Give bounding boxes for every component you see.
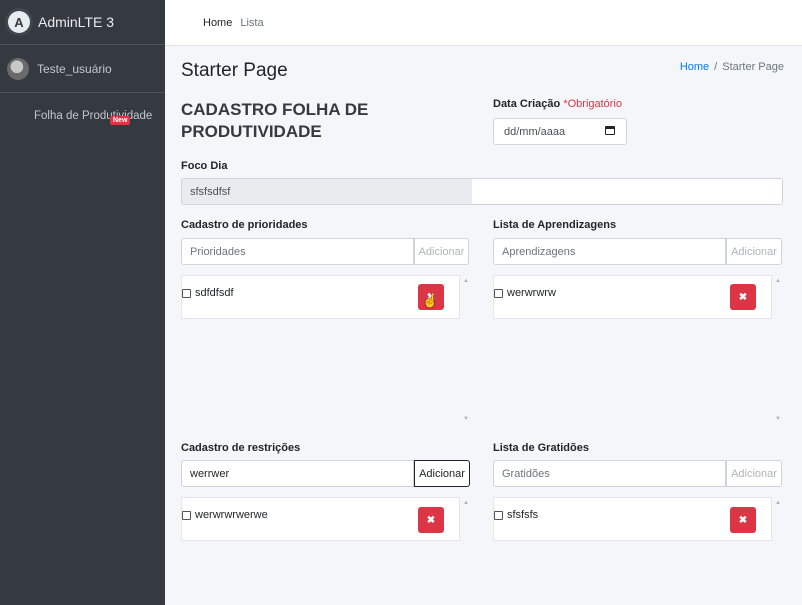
item-text: werwrwrwerwe (195, 509, 268, 521)
required-indicator: *Obrigatório (563, 98, 623, 110)
scroll-up-icon[interactable]: ▲ (775, 500, 781, 506)
nav-lista-link[interactable]: Lista (240, 17, 263, 29)
form-title: CADASTRO FOLHA DE PRODUTIVIDADE (181, 100, 369, 141)
item-checkbox[interactable] (182, 511, 191, 520)
brand-logo-icon: A (8, 11, 30, 33)
aprendizagens-label: Lista de Aprendizagens (493, 219, 617, 231)
item-checkbox[interactable] (494, 289, 503, 298)
calendar-icon[interactable] (605, 126, 615, 135)
foco-dia-input[interactable]: sfsfsdfsf (181, 178, 783, 205)
prioridades-list[interactable]: sdfdfsdf ✖ ☝ ▲ ▼ (181, 275, 471, 428)
item-text: sdfdfsdf (195, 287, 234, 299)
restricoes-label: Cadastro de restrições (181, 442, 301, 454)
close-icon: ✖ (738, 514, 748, 526)
restricoes-list[interactable]: werwrwrwerwe ✖ ▲ (181, 497, 471, 541)
content-wrapper: Starter Page Home / Starter Page CADASTR… (165, 46, 802, 605)
sidebar-item-label: Folha de Produtividade (34, 110, 153, 122)
scroll-down-icon[interactable]: ▼ (775, 416, 781, 422)
date-label-text: Data Criação (493, 98, 561, 110)
item-checkbox[interactable] (182, 289, 191, 298)
user-panel[interactable]: Teste_usuário (0, 45, 165, 93)
prioridades-input[interactable]: Prioridades (181, 238, 414, 265)
sidebar: A AdminLTE 3 Teste_usuário Folha de Prod… (0, 0, 165, 605)
add-aprendizagem-button[interactable]: Adicionar (726, 238, 782, 265)
item-text: sfsfsfs (507, 509, 539, 521)
item-checkbox[interactable] (494, 511, 503, 520)
gratidoes-list[interactable]: sfsfsfs ✖ ▲ (493, 497, 783, 541)
aprendizagens-list[interactable]: werwrwrw ✖ ▲ ▼ (493, 275, 783, 428)
nav-home-link[interactable]: Home (203, 17, 232, 29)
date-placeholder: dd/mm/aaaa (504, 125, 566, 138)
close-icon: ✖ (426, 514, 436, 526)
scroll-up-icon[interactable]: ▲ (463, 278, 469, 284)
aprendizagens-input[interactable]: Aprendizagens (493, 238, 726, 265)
page-title: Starter Page (181, 60, 288, 81)
avatar (7, 57, 29, 80)
user-name[interactable]: Teste_usuário (37, 62, 112, 76)
add-gratidao-button[interactable]: Adicionar (726, 460, 782, 487)
gratidoes-label: Lista de Gratidões (493, 442, 589, 454)
brand-text: AdminLTE 3 (38, 14, 114, 30)
new-badge: New (110, 116, 131, 125)
delete-aprendizagem-button[interactable]: ✖ (730, 284, 756, 310)
add-prioridade-button[interactable]: Adicionar (414, 238, 469, 265)
top-navbar: Home Lista (165, 0, 802, 46)
date-input[interactable]: dd/mm/aaaa (493, 118, 627, 145)
breadcrumb-separator: / (714, 61, 718, 73)
gratidoes-input[interactable]: Gratidões (493, 460, 726, 487)
item-text: werwrwrw (507, 287, 556, 299)
breadcrumb: Home / Starter Page (680, 61, 784, 73)
prioridades-label: Cadastro de prioridades (181, 219, 308, 231)
foco-label: Foco Dia (181, 160, 228, 172)
hand-cursor-icon: ☝ (422, 293, 439, 308)
restricoes-input[interactable]: werrwer (181, 460, 414, 487)
scroll-up-icon[interactable]: ▲ (463, 500, 469, 506)
close-icon: ✖ (738, 291, 748, 303)
delete-restricao-button[interactable]: ✖ (418, 507, 444, 533)
scroll-up-icon[interactable]: ▲ (775, 278, 781, 284)
date-label: Data Criação *Obrigatório (493, 98, 622, 110)
sidebar-item-folha-produtividade[interactable]: Folha de Produtividade New (0, 106, 165, 126)
breadcrumb-home-link[interactable]: Home (680, 61, 709, 73)
breadcrumb-current: Starter Page (722, 61, 784, 73)
delete-gratidao-button[interactable]: ✖ (730, 507, 756, 533)
scroll-down-icon[interactable]: ▼ (463, 416, 469, 422)
add-restricao-button[interactable]: Adicionar (414, 460, 470, 487)
brand-link[interactable]: A AdminLTE 3 (0, 0, 165, 45)
